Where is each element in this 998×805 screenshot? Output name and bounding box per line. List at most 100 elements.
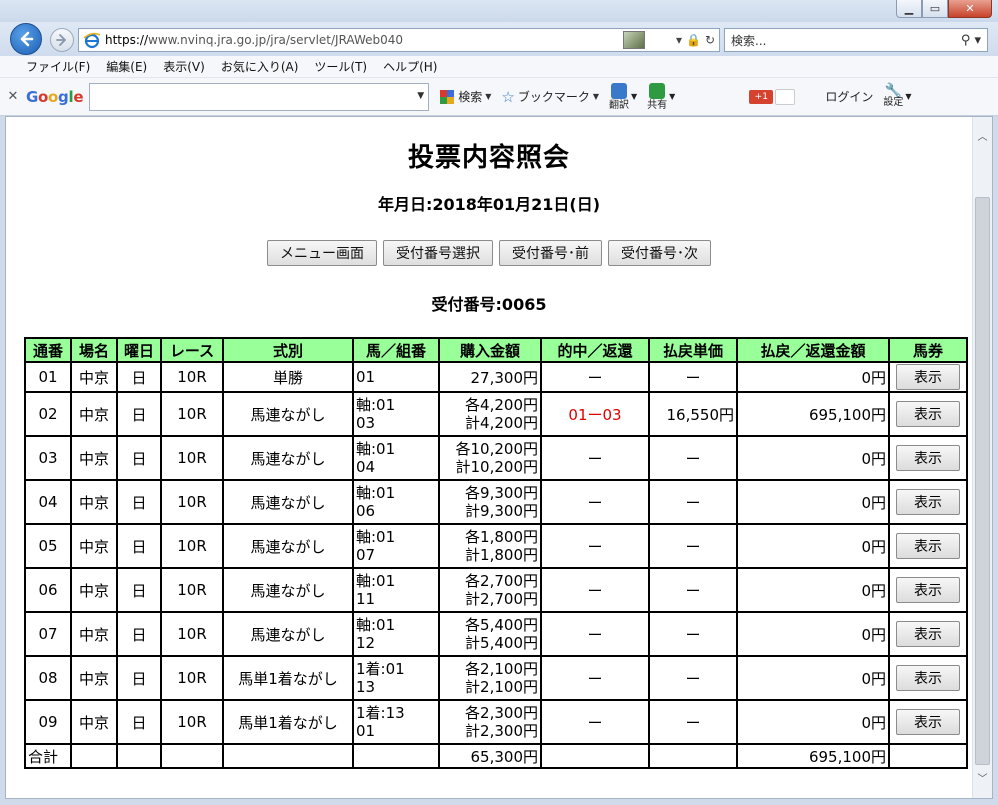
cell-unit: ー bbox=[648, 361, 738, 393]
dropdown-icon[interactable]: ▼ bbox=[905, 92, 911, 101]
horse-axis: 軸:01 bbox=[356, 572, 396, 590]
translate-icon bbox=[611, 82, 627, 99]
google-search-button[interactable]: 検索 ▼ bbox=[439, 88, 491, 105]
show-ticket-button[interactable]: 表示 bbox=[896, 401, 960, 427]
amount-each: 各2,700円 bbox=[465, 572, 538, 590]
navigation-buttons: メニュー画面 受付番号選択 受付番号･前 受付番号･次 bbox=[6, 240, 972, 266]
back-button[interactable] bbox=[10, 23, 42, 55]
cell-payout: 0円 bbox=[736, 611, 890, 657]
amount-each: 各10,200円 bbox=[455, 440, 539, 458]
scroll-down-icon[interactable]: ﹀ bbox=[973, 767, 992, 787]
show-ticket-button[interactable]: 表示 bbox=[896, 577, 960, 603]
receipt-next-button[interactable]: 受付番号･次 bbox=[608, 240, 711, 266]
receipt-select-button[interactable]: 受付番号選択 bbox=[383, 240, 493, 266]
cell-unit: ー bbox=[648, 699, 738, 745]
amount-each: 各2,300円 bbox=[465, 704, 538, 722]
refresh-icon[interactable]: ↻ bbox=[705, 33, 715, 47]
translate-button[interactable]: 翻訳 bbox=[609, 82, 629, 111]
scrollbar-thumb[interactable] bbox=[975, 197, 990, 765]
cell-no: 06 bbox=[24, 567, 72, 613]
horse-axis: 軸:01 bbox=[356, 396, 396, 414]
horse-partner: 11 bbox=[356, 590, 376, 608]
cell-amount: 各2,100円 計2,100円 bbox=[438, 655, 542, 701]
receipt-prev-button[interactable]: 受付番号･前 bbox=[499, 240, 602, 266]
lock-icon[interactable]: 🔒 bbox=[686, 33, 701, 47]
menu-file[interactable]: ファイル(F) bbox=[18, 56, 98, 77]
dropdown-icon[interactable]: ▾ bbox=[676, 33, 682, 47]
google-search-input[interactable]: ▼ bbox=[89, 82, 430, 111]
login-link[interactable]: ログイン bbox=[825, 88, 873, 105]
cell-hit: ー bbox=[540, 699, 650, 745]
search-box[interactable]: 検索... ⚲ ▾ bbox=[724, 28, 988, 52]
cell-no: 04 bbox=[24, 479, 72, 525]
chevron-down-icon[interactable]: ▼ bbox=[417, 91, 424, 101]
dropdown-icon: ▼ bbox=[592, 92, 599, 101]
cell-ticket: 表示 bbox=[888, 391, 968, 437]
col-header-race: レース bbox=[160, 337, 224, 363]
col-header-horse: 馬／組番 bbox=[352, 337, 440, 363]
maximize-button[interactable]: ▭ bbox=[922, 0, 948, 18]
dropdown-icon[interactable]: ▼ bbox=[669, 92, 675, 101]
cell-type: 馬連ながし bbox=[222, 523, 354, 569]
show-ticket-button[interactable]: 表示 bbox=[896, 364, 960, 390]
close-button[interactable]: ✕ bbox=[948, 0, 992, 18]
amount-each: 各5,400円 bbox=[465, 616, 538, 634]
google-toolbar: ✕ Google ▼ 検索 ▼ ☆ ブックマーク ▼ 翻訳 ▼ 共有 ▼ +1 ログ… bbox=[0, 78, 998, 116]
dropdown-icon[interactable]: ▼ bbox=[631, 92, 637, 101]
show-ticket-button[interactable]: 表示 bbox=[896, 533, 960, 559]
settings-button[interactable]: 🔧 設定 bbox=[883, 84, 903, 108]
gplus-button[interactable]: +1 bbox=[749, 89, 774, 104]
cell-ticket: 表示 bbox=[888, 567, 968, 613]
forward-button[interactable] bbox=[50, 28, 74, 52]
minimize-icon: ▁ bbox=[904, 2, 914, 15]
cell-empty bbox=[222, 743, 354, 769]
scroll-up-icon[interactable]: ︿ bbox=[973, 125, 992, 145]
show-ticket-button[interactable]: 表示 bbox=[896, 489, 960, 515]
close-icon: ✕ bbox=[965, 2, 975, 15]
google-search-icon bbox=[440, 89, 455, 104]
cell-amount: 各9,300円 計9,300円 bbox=[438, 479, 542, 525]
cell-ticket: 表示 bbox=[888, 611, 968, 657]
amount-total: 計4,200円 bbox=[465, 414, 538, 432]
total-amount: 65,300円 bbox=[438, 743, 542, 769]
col-header-hit: 的中／返還 bbox=[540, 337, 650, 363]
horse-partner: 07 bbox=[356, 546, 376, 564]
vertical-scrollbar[interactable]: ︿ ﹀ bbox=[972, 117, 992, 798]
cell-venue: 中京 bbox=[70, 479, 118, 525]
amount-each: 各9,300円 bbox=[465, 484, 538, 502]
show-ticket-button[interactable]: 表示 bbox=[896, 621, 960, 647]
cell-day: 日 bbox=[116, 391, 162, 437]
cell-no: 08 bbox=[24, 655, 72, 701]
cell-empty bbox=[160, 743, 224, 769]
forward-arrow-icon bbox=[56, 34, 66, 46]
cell-empty bbox=[352, 743, 440, 769]
page-title: 投票内容照会 bbox=[407, 143, 570, 173]
search-icon[interactable]: ⚲ ▾ bbox=[961, 33, 987, 48]
show-ticket-button[interactable]: 表示 bbox=[896, 665, 960, 691]
cell-race: 10R bbox=[160, 361, 224, 393]
menu-help[interactable]: ヘルプ(H) bbox=[375, 56, 445, 77]
menu-edit[interactable]: 編集(E) bbox=[98, 56, 155, 77]
cell-horse: 軸:01 04 bbox=[352, 435, 440, 481]
site-preview-thumbnail[interactable] bbox=[623, 31, 645, 49]
bookmark-button[interactable]: ☆ ブックマーク ▼ bbox=[501, 88, 599, 106]
horse-axis: 1着:13 bbox=[356, 704, 405, 722]
toolbar-close-icon[interactable]: ✕ bbox=[0, 89, 26, 104]
show-ticket-button[interactable]: 表示 bbox=[896, 445, 960, 471]
back-arrow-icon bbox=[20, 31, 34, 47]
menu-favorites[interactable]: お気に入り(A) bbox=[213, 56, 307, 77]
minimize-button[interactable]: ▁ bbox=[896, 0, 922, 18]
cell-unit: ー bbox=[648, 567, 738, 613]
cell-hit: ー bbox=[540, 523, 650, 569]
share-button[interactable]: 共有 bbox=[647, 82, 667, 111]
menu-view[interactable]: 表示(V) bbox=[155, 56, 213, 77]
table-row: 06 中京 日 10R 馬連ながし 軸:01 11 各2,700円 計2,700円 … bbox=[24, 567, 968, 613]
col-header-unit: 払戻単価 bbox=[648, 337, 738, 363]
menu-screen-button[interactable]: メニュー画面 bbox=[267, 240, 377, 266]
menu-tools[interactable]: ツール(T) bbox=[306, 56, 375, 77]
amount-each: 各2,100円 bbox=[465, 660, 538, 678]
show-ticket-button[interactable]: 表示 bbox=[896, 709, 960, 735]
cell-venue: 中京 bbox=[70, 391, 118, 437]
cell-ticket: 表示 bbox=[888, 699, 968, 745]
address-bar[interactable]: https://www.nvinq.jra.go.jp/jra/servlet/… bbox=[78, 28, 720, 52]
